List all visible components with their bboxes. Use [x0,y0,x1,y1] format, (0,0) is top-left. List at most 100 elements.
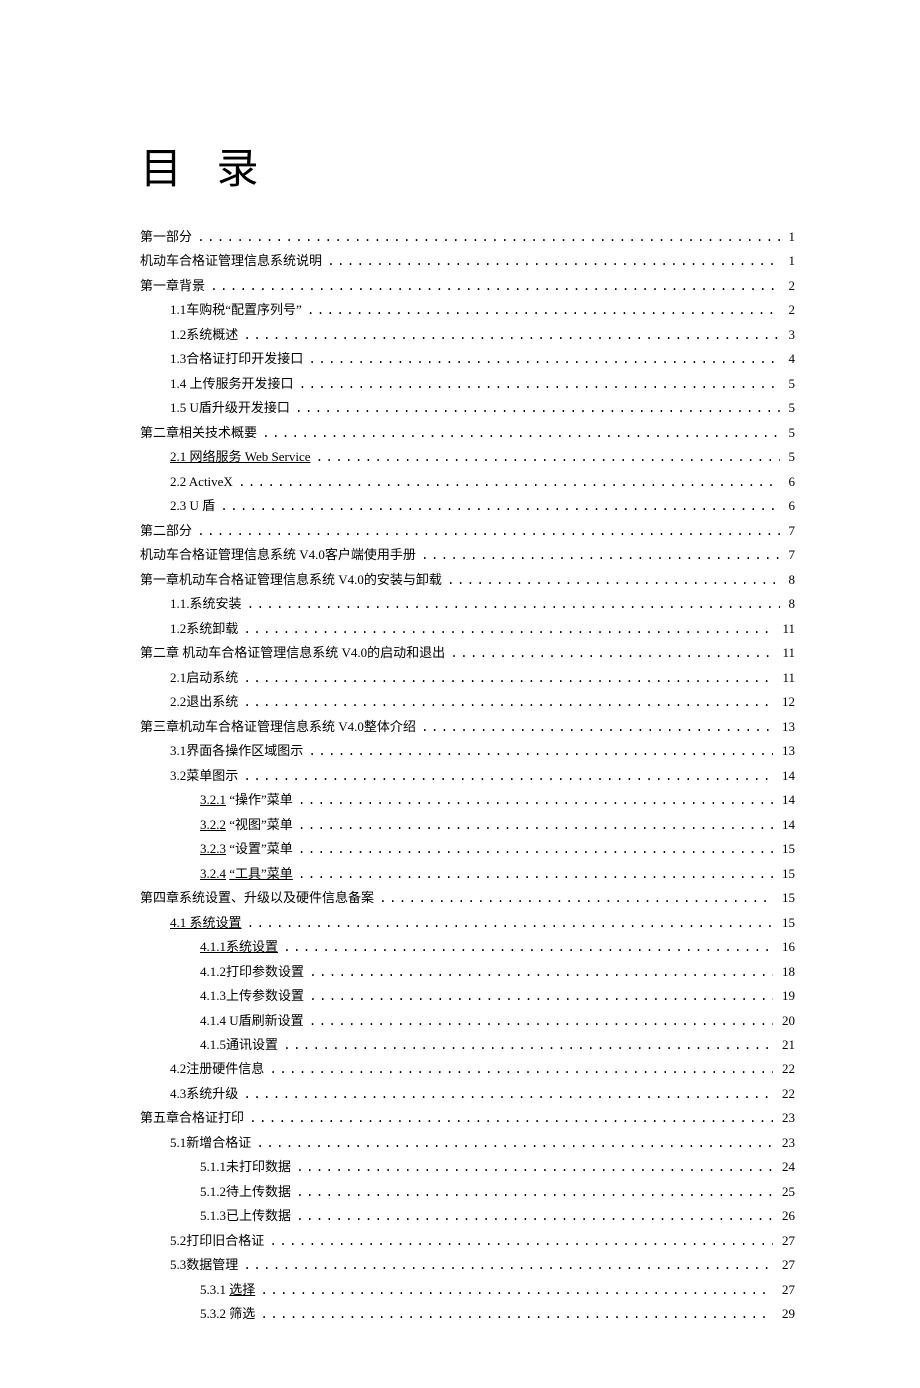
toc-entry: 3.1界面各操作区域图示 13 [140,740,795,763]
toc-page-number: 5 [785,422,796,444]
toc-leader-dots [296,1182,773,1204]
toc-leader-dots [210,276,779,298]
toc-leader-dots [308,741,773,763]
toc-page-number: 8 [785,569,796,591]
toc-entry: 第一章背景 2 [140,275,795,298]
toc-page-number: 15 [778,838,795,860]
toc-label: 1.1.系统安装 [170,593,242,615]
toc-label: 第四章系统设置、升级以及硬件信息备案 [140,887,374,909]
toc-label: 2.2 ActiveX [170,471,233,493]
toc-label: 1.5 U盾升级开发接口 [170,397,290,419]
toc-entry: 5.1.3已上传数据 26 [140,1205,795,1228]
toc-label: 4.1.4 U盾刷新设置 [200,1010,304,1032]
toc-label: 5.1新增合格证 [170,1132,251,1154]
toc-page-number: 5 [785,446,796,468]
toc-entry: 4.3系统升级 22 [140,1083,795,1106]
toc-leader-dots [247,913,773,935]
toc-page-number: 5 [785,397,796,419]
toc-leader-dots [298,839,773,861]
toc-entry: 5.3.2 筛选 29 [140,1303,795,1326]
toc-entry: 2.3 U 盾 6 [140,495,795,518]
toc-label: 1.2系统概述 [170,324,238,346]
toc-page-number: 29 [778,1303,795,1325]
toc-entry: 第二部分7 [140,520,795,543]
toc-label: 5.1.2待上传数据 [200,1181,291,1203]
toc-page-number: 11 [778,667,795,689]
toc-label: 2.3 U 盾 [170,495,215,517]
toc-label: 3.2.2 “视图”菜单 [200,814,293,836]
toc-entry: 5.3数据管理 27 [140,1254,795,1277]
toc-entry: 1.4 上传服务开发接口 5 [140,373,795,396]
toc-label: 1.4 上传服务开发接口 [170,373,294,395]
toc-label: 5.3.2 筛选 [200,1303,255,1325]
toc-page-number: 14 [778,789,795,811]
toc-entry: 第一部分1 [140,226,795,249]
toc-label: 4.1.2打印参数设置 [200,961,304,983]
table-of-contents: 第一部分1机动车合格证管理信息系统说明 1第一章背景21.1车购税“配置序列号”… [140,226,795,1326]
toc-label: 第五章合格证打印 [140,1107,244,1129]
toc-leader-dots [299,374,780,396]
document-page: 目 录 第一部分1机动车合格证管理信息系统说明 1第一章背景21.1车购税“配置… [0,0,920,1388]
toc-entry: 5.3.1 选择 27 [140,1279,795,1302]
toc-entry: 3.2.1 “操作”菜单 14 [140,789,795,812]
toc-leader-dots [243,1084,773,1106]
toc-entry: 第二章相关技术概要5 [140,422,795,445]
toc-entry: 4.2注册硬件信息 22 [140,1058,795,1081]
toc-leader-dots [249,1108,773,1130]
toc-leader-dots [315,447,779,469]
toc-leader-dots [309,986,773,1008]
toc-label: 3.2.1 “操作”菜单 [200,789,293,811]
toc-leader-dots [243,692,773,714]
toc-leader-dots [256,1133,773,1155]
toc-page-number: 6 [785,495,796,517]
toc-entry: 4.1.4 U盾刷新设置20 [140,1010,795,1033]
toc-label: 第一章背景 [140,275,205,297]
toc-leader-dots [379,888,773,910]
toc-label: 5.2打印旧合格证 [170,1230,264,1252]
toc-leader-dots [269,1231,773,1253]
toc-leader-dots [247,594,780,616]
toc-label: 机动车合格证管理信息系统说明 [140,250,322,272]
toc-leader-dots [220,496,779,518]
toc-entry: 1.1.系统安装 8 [140,593,795,616]
toc-label: 4.1 系统设置 [170,912,242,934]
toc-label: 3.2.4 “工具”菜单 [200,863,293,885]
toc-leader-dots [307,300,780,322]
toc-entry: 2.2 ActiveX 6 [140,471,795,494]
toc-entry: 4.1.3上传参数设置 19 [140,985,795,1008]
toc-page-number: 5 [785,373,796,395]
toc-page-number: 22 [778,1058,795,1080]
toc-label: 第一章机动车合格证管理信息系统 V4.0的安装与卸载 [140,569,442,591]
toc-page-number: 14 [778,814,795,836]
toc-label: 4.2注册硬件信息 [170,1058,264,1080]
toc-label: 第三章机动车合格证管理信息系统 V4.0整体介绍 [140,716,416,738]
toc-entry: 第五章合格证打印23 [140,1107,795,1130]
toc-page-number: 8 [785,593,796,615]
toc-page-number: 2 [785,275,796,297]
toc-leader-dots [421,717,773,739]
toc-page-number: 18 [778,961,795,983]
toc-page-number: 23 [778,1132,795,1154]
toc-entry: 机动车合格证管理信息系统 V4.0客户端使用手册 7 [140,544,795,567]
toc-page-number: 19 [778,985,795,1007]
toc-leader-dots [296,1157,773,1179]
toc-label: 2.1 网络服务 Web Service [170,446,310,468]
toc-label: 5.1.1未打印数据 [200,1156,291,1178]
toc-entry: 机动车合格证管理信息系统说明 1 [140,250,795,273]
toc-entry: 1.2系统卸载 11 [140,618,795,641]
toc-page-number: 24 [778,1156,795,1178]
toc-label: 机动车合格证管理信息系统 V4.0客户端使用手册 [140,544,416,566]
toc-leader-dots [243,668,773,690]
toc-entry: 5.1新增合格证 23 [140,1132,795,1155]
toc-page-number: 7 [785,544,796,566]
toc-leader-dots [447,570,780,592]
toc-page-number: 26 [778,1205,795,1227]
toc-page-number: 6 [785,471,796,493]
toc-label: 4.1.5通讯设置 [200,1034,278,1056]
toc-entry: 第一章机动车合格证管理信息系统 V4.0的安装与卸载 8 [140,569,795,592]
toc-page-number: 3 [785,324,796,346]
toc-label: 3.2.3 “设置”菜单 [200,838,293,860]
toc-entry: 2.2退出系统 12 [140,691,795,714]
toc-page-number: 13 [778,716,795,738]
toc-leader-dots [243,766,773,788]
